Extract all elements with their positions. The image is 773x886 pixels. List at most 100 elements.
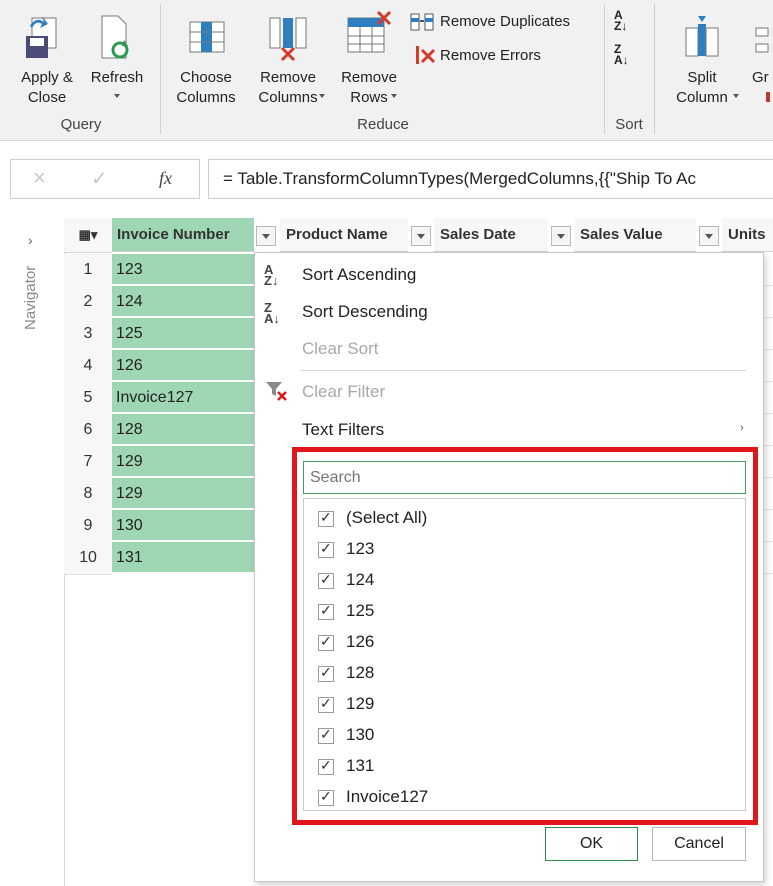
invoice-number-cell[interactable]: 131 (112, 542, 254, 573)
filter-dropdown-product-name[interactable] (411, 226, 431, 246)
cancel-formula-icon[interactable]: × (33, 165, 46, 191)
checkbox-checked-icon[interactable] (318, 695, 334, 713)
group-by-button[interactable]: Gr (748, 6, 773, 116)
filter-value-item[interactable]: Invoice127 (318, 787, 718, 815)
checkbox-checked-icon[interactable] (318, 757, 334, 775)
row-number[interactable]: 10 (64, 542, 112, 575)
filter-value-label: 131 (346, 756, 375, 775)
row-number[interactable]: 5 (64, 382, 112, 415)
remove-errors-icon (416, 46, 436, 64)
checkbox-checked-icon[interactable] (318, 602, 334, 620)
refresh-icon (101, 15, 129, 59)
select-all-item[interactable]: (Select All) (318, 508, 718, 536)
formula-input[interactable]: = Table.TransformColumnTypes(MergedColum… (208, 159, 773, 199)
filter-value-label: 125 (346, 601, 375, 620)
navigator-label: Navigator (22, 265, 39, 330)
text-filters-item[interactable]: Text Filters (302, 420, 384, 440)
column-header-sales-value[interactable]: Sales Value (574, 218, 696, 252)
column-header-sales-date[interactable]: Sales Date (434, 218, 548, 252)
invoice-number-cell[interactable]: 123 (112, 254, 254, 285)
row-number[interactable]: 2 (64, 286, 112, 319)
remove-duplicates-button[interactable]: Remove Duplicates (410, 10, 596, 34)
filter-value-item[interactable]: 123 (318, 539, 718, 567)
invoice-number-cell[interactable]: 130 (112, 510, 254, 541)
remove-columns-button[interactable]: Remove Columns (250, 6, 326, 116)
ribbon: Apply & Close Refresh Query Choose Colum… (0, 0, 773, 141)
cancel-button[interactable]: Cancel (652, 827, 746, 861)
fx-icon[interactable]: fx (159, 168, 172, 189)
group-label-reduce: Reduce (357, 116, 409, 133)
refresh-button[interactable]: Refresh (84, 6, 150, 116)
ok-button[interactable]: OK (545, 827, 638, 861)
group-label-sort: Sort (615, 116, 643, 133)
sort-descending-icon: Z A↓ (264, 300, 280, 326)
sort-ascending-icon: A Z↓ (614, 8, 628, 33)
checkbox-checked-icon[interactable] (318, 540, 334, 558)
choose-columns-button[interactable]: Choose Columns (168, 6, 244, 116)
checkbox-checked-icon[interactable] (318, 571, 334, 589)
invoice-number-cell[interactable]: 125 (112, 318, 254, 349)
sort-ascending-item[interactable]: Sort Ascending (302, 265, 416, 285)
formula-text: = Table.TransformColumnTypes(MergedColum… (223, 169, 696, 188)
refresh-dropdown-caret (111, 86, 120, 106)
choose-columns-icon (189, 21, 225, 53)
checkbox-checked-icon[interactable] (318, 509, 334, 527)
table-menu-button[interactable]: ▦▾ (64, 218, 112, 253)
filter-dropdown-invoice-number[interactable] (256, 226, 276, 246)
filter-value-item[interactable]: 128 (318, 663, 718, 691)
filter-dropdown-sales-date[interactable] (551, 226, 571, 246)
invoice-number-cell[interactable]: 124 (112, 286, 254, 317)
filter-value-item[interactable]: 124 (318, 570, 718, 598)
checkbox-checked-icon[interactable] (318, 726, 334, 744)
column-header-invoice-number[interactable]: Invoice Number (112, 218, 254, 252)
filter-value-label: (Select All) (346, 508, 428, 527)
filter-value-item[interactable]: 126 (318, 632, 718, 660)
sort-descending-icon: Z A↓ (614, 42, 629, 67)
sort-ascending-ribbon-button[interactable]: A Z↓ (614, 8, 638, 38)
row-number[interactable]: 6 (64, 414, 112, 447)
filter-dropdown-sales-value[interactable] (699, 226, 719, 246)
row-number[interactable]: 9 (64, 510, 112, 543)
group-by-icon (755, 27, 769, 53)
sort-descending-item[interactable]: Sort Descending (302, 302, 428, 322)
navigator-pane: › Navigator (0, 218, 65, 886)
ribbon-separator (604, 4, 605, 134)
invoice-number-cell[interactable]: 129 (112, 446, 254, 477)
filter-value-item[interactable]: 130 (318, 725, 718, 753)
filter-value-label: Invoice127 (346, 787, 429, 806)
clear-sort-item[interactable]: Clear Sort (302, 339, 379, 359)
invoice-number-cell[interactable]: Invoice127 (112, 382, 254, 413)
row-number[interactable]: 4 (64, 350, 112, 383)
clear-filter-icon (266, 382, 287, 401)
filter-value-item[interactable]: 125 (318, 601, 718, 629)
filter-search-input[interactable] (303, 461, 746, 494)
apply-close-button[interactable]: Apply & Close (10, 6, 80, 116)
column-header-units[interactable]: Units (722, 218, 773, 252)
navigator-expand-icon[interactable]: › (28, 232, 33, 248)
row-number[interactable]: 1 (64, 254, 112, 287)
checkbox-checked-icon[interactable] (318, 633, 334, 651)
clear-filter-item[interactable]: Clear Filter (302, 382, 385, 402)
row-number[interactable]: 3 (64, 318, 112, 351)
column-header-product-name[interactable]: Product Name (280, 218, 408, 252)
invoice-number-cell[interactable]: 126 (112, 350, 254, 381)
remove-duplicates-icon (410, 13, 434, 31)
remove-errors-button[interactable]: Remove Errors (410, 44, 596, 68)
row-number[interactable]: 8 (64, 478, 112, 511)
confirm-formula-icon[interactable]: ✓ (91, 166, 108, 191)
filter-value-label: 128 (346, 663, 375, 682)
filter-value-item[interactable]: 129 (318, 694, 718, 722)
invoice-number-cell[interactable]: 129 (112, 478, 254, 509)
sort-descending-ribbon-button[interactable]: Z A↓ (614, 42, 638, 72)
remove-rows-icon (347, 10, 392, 53)
filter-value-item[interactable]: 131 (318, 756, 718, 784)
row-number[interactable]: 7 (64, 446, 112, 479)
checkbox-checked-icon[interactable] (318, 664, 334, 682)
apply-close-icon (26, 16, 57, 58)
checkbox-checked-icon[interactable] (318, 788, 334, 806)
remove-rows-button[interactable]: Remove Rows (334, 6, 404, 116)
invoice-number-cell[interactable]: 128 (112, 414, 254, 445)
split-column-button[interactable]: Split Column (664, 6, 740, 116)
table-icon: ▦▾ (78, 227, 98, 242)
filter-value-label: 126 (346, 632, 375, 651)
